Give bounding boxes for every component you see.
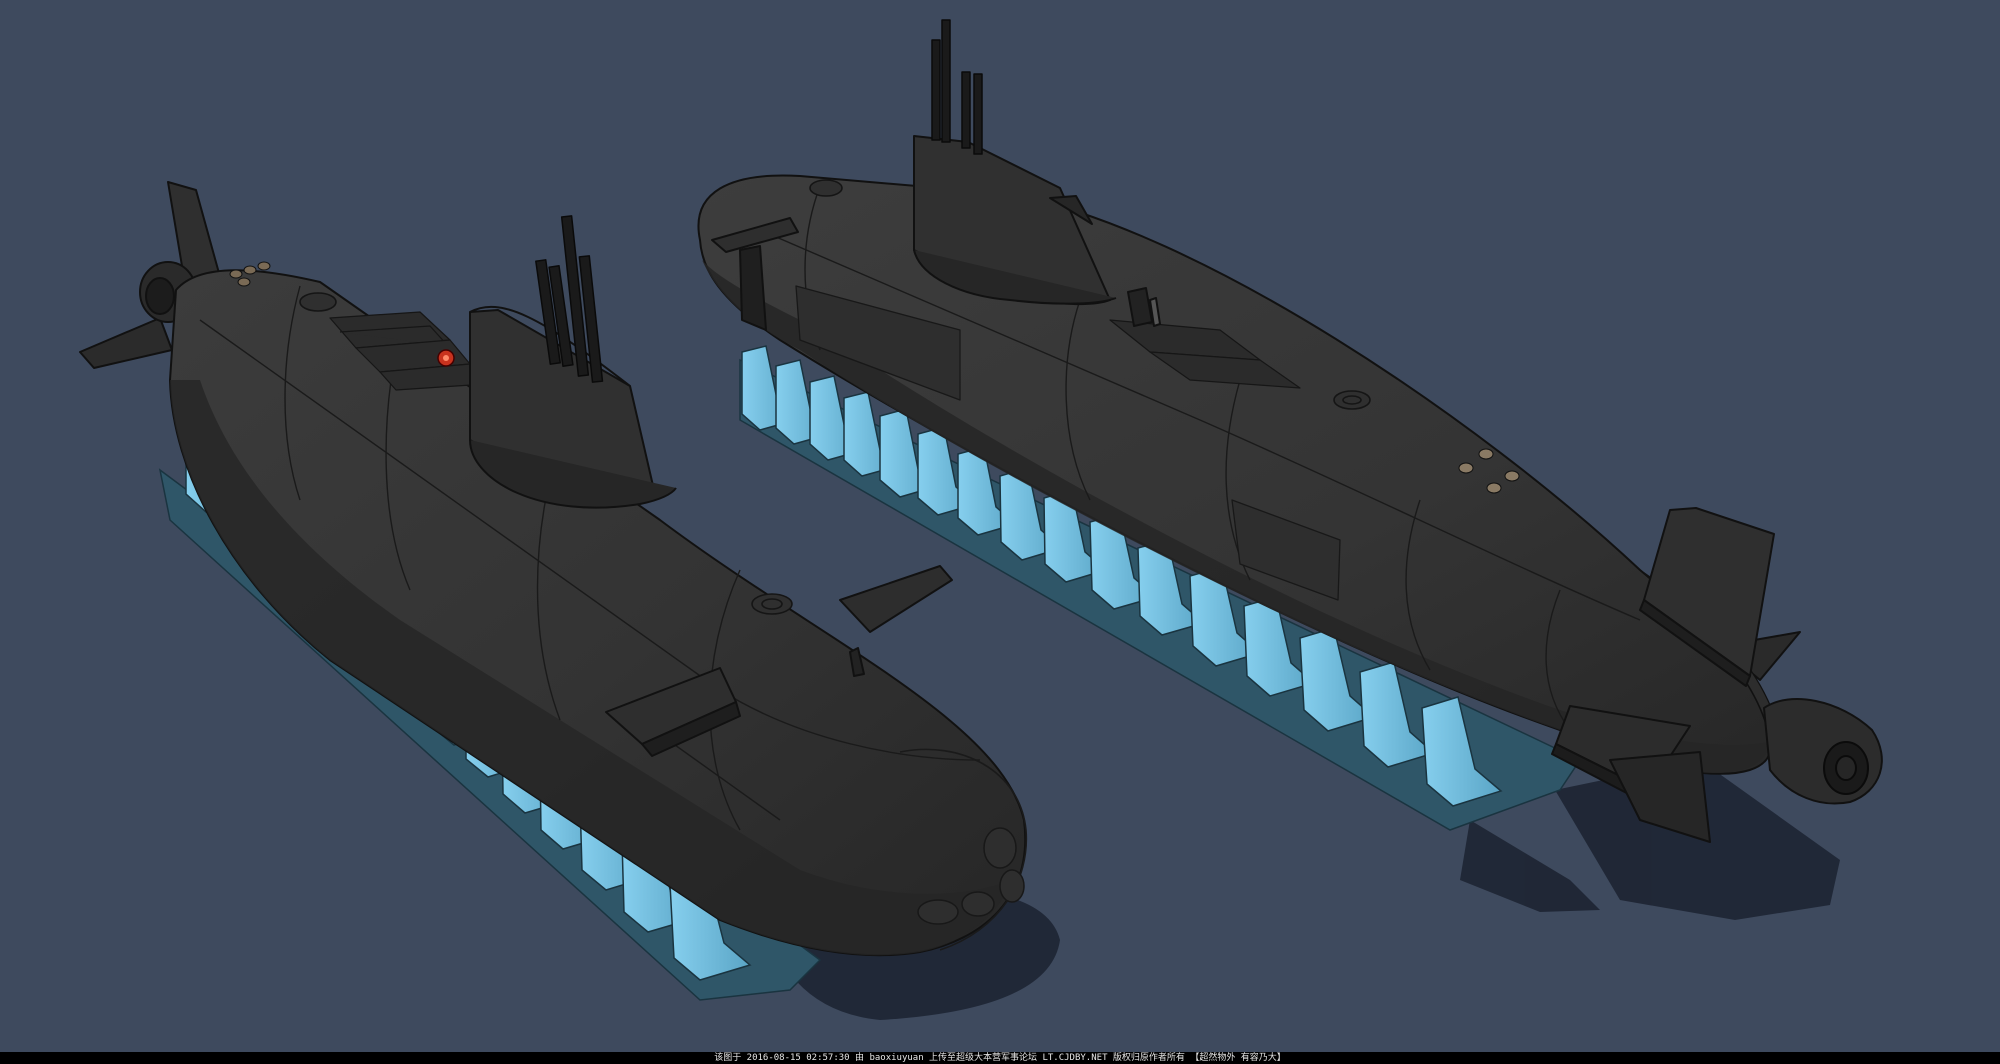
left-bow-plane-far: [839, 565, 953, 633]
footer-caption: 该图于 2016-08-15 02:57:30 由 baoxiuyuan 上传至…: [0, 1052, 2000, 1064]
right-propulsor: [1763, 698, 1883, 805]
render-viewport: [0, 0, 2000, 1064]
left-stern-plane: [79, 317, 173, 369]
submarine-render: [79, 19, 1883, 1020]
